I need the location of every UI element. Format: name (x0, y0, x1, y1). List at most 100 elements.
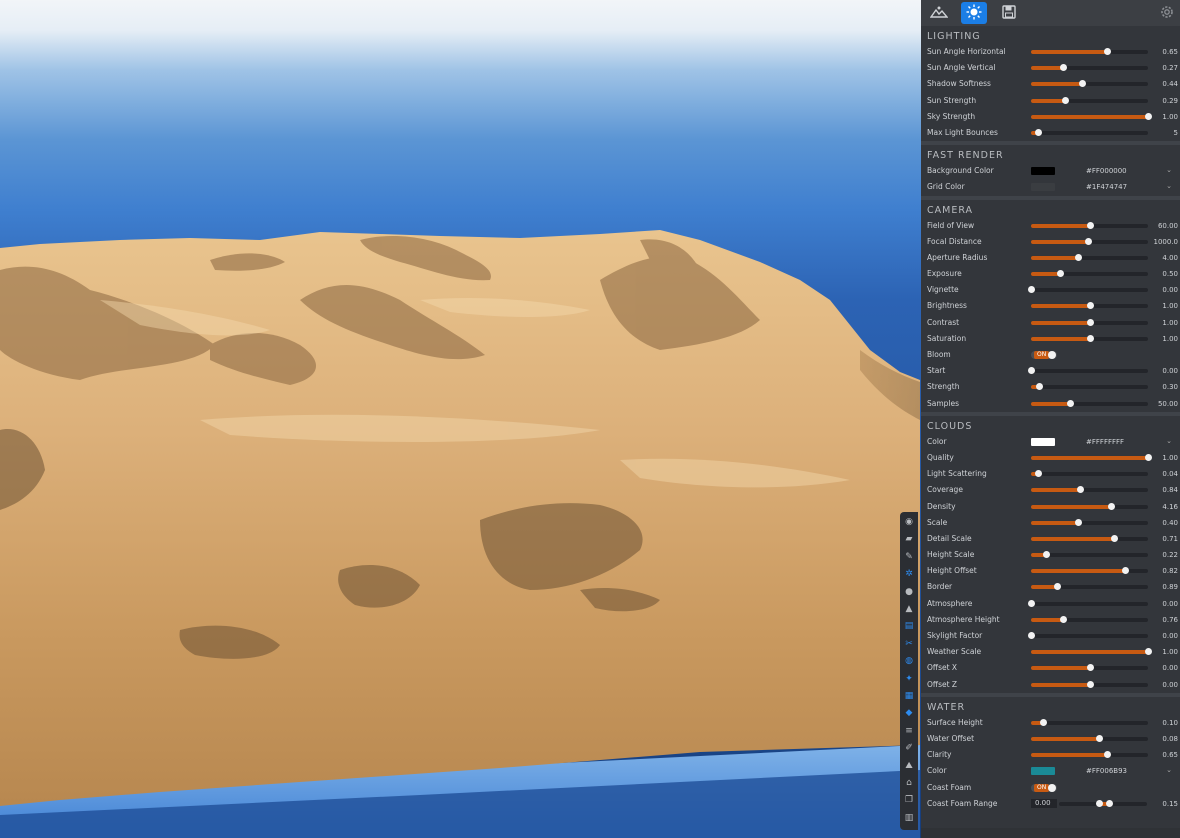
slider-knob[interactable] (1104, 751, 1112, 759)
slider-knob[interactable] (1077, 486, 1085, 494)
slider-knob[interactable] (1111, 534, 1119, 542)
exposure-value[interactable]: 0.50 (1162, 270, 1178, 278)
chevron-down-icon[interactable]: ⌄ (1166, 182, 1172, 190)
samples-slider[interactable] (1031, 399, 1148, 407)
slider-knob[interactable] (1035, 128, 1043, 136)
slider-knob[interactable] (1043, 551, 1051, 559)
strength-value[interactable]: 0.30 (1162, 383, 1178, 391)
tag-icon[interactable]: ◆ (903, 707, 915, 719)
max-light-bounces-slider[interactable] (1031, 128, 1148, 136)
skylight-factor-value[interactable]: 0.00 (1162, 632, 1178, 640)
vignette-value[interactable]: 0.00 (1162, 286, 1178, 294)
field-of-view-slider[interactable] (1031, 221, 1148, 229)
terrain-tab-button[interactable] (926, 2, 952, 24)
exposure-slider[interactable] (1031, 270, 1148, 278)
coast-foam-range-min[interactable]: 0.00 (1031, 798, 1057, 808)
slider-knob[interactable] (1145, 648, 1152, 656)
detail-scale-value[interactable]: 0.71 (1162, 535, 1178, 543)
contrast-slider[interactable] (1031, 318, 1148, 326)
grid-color-value[interactable]: #1F474747 (1086, 183, 1127, 191)
sky-strength-value[interactable]: 1.00 (1162, 113, 1178, 121)
slider-knob[interactable] (1074, 518, 1082, 526)
slider-knob[interactable] (1039, 718, 1047, 726)
slider-knob[interactable] (1036, 383, 1044, 391)
aperture-radius-slider[interactable] (1031, 253, 1148, 261)
slider-knob[interactable] (1145, 453, 1152, 461)
save-tab-button[interactable] (996, 2, 1022, 24)
offset-z-slider[interactable] (1031, 680, 1148, 688)
bloom-toggle[interactable]: ON (1031, 351, 1057, 359)
slider-knob[interactable] (1059, 64, 1067, 72)
detail-scale-slider[interactable] (1031, 534, 1148, 542)
offset-x-slider[interactable] (1031, 664, 1148, 672)
chevron-down-icon[interactable]: ⌄ (1166, 437, 1172, 445)
focal-distance-slider[interactable] (1031, 237, 1148, 245)
vignette-slider[interactable] (1028, 286, 1148, 294)
sun-angle-vertical-value[interactable]: 0.27 (1162, 64, 1178, 72)
water-color-swatch[interactable] (1031, 767, 1055, 776)
lines-icon[interactable]: ≡ (903, 725, 915, 737)
scale-slider[interactable] (1031, 518, 1148, 526)
coast-foam-toggle[interactable]: ON (1031, 783, 1057, 792)
slider-knob[interactable] (1079, 80, 1087, 88)
sky-strength-slider[interactable] (1031, 112, 1152, 120)
slider-knob[interactable] (1035, 470, 1043, 478)
field-of-view-value[interactable]: 60.00 (1158, 222, 1178, 230)
coverage-slider[interactable] (1031, 486, 1148, 494)
cloud-color-value[interactable]: #FFFFFFFF (1086, 438, 1124, 446)
brush-icon[interactable]: ✎ (903, 551, 915, 563)
slider-knob[interactable] (1057, 270, 1065, 278)
slider-knob[interactable] (1028, 599, 1035, 607)
pen-icon[interactable]: ✐ (903, 742, 915, 754)
slider-knob[interactable] (1145, 112, 1152, 120)
slider-knob[interactable] (1095, 734, 1103, 742)
surface-height-value[interactable]: 0.10 (1162, 719, 1178, 727)
sun-angle-horizontal-slider[interactable] (1031, 48, 1148, 55)
atmosphere-slider[interactable] (1028, 599, 1148, 607)
offset-x-value[interactable]: 0.00 (1162, 664, 1178, 672)
slider-knob[interactable] (1107, 502, 1115, 510)
wrench-icon[interactable]: ✂ (903, 638, 915, 650)
max-light-bounces-value[interactable]: 5 (1174, 129, 1178, 137)
house-icon[interactable]: ⌂ (903, 777, 915, 789)
chart-icon[interactable]: ▥ (903, 812, 915, 824)
start-slider[interactable] (1028, 367, 1148, 375)
scale-value[interactable]: 0.40 (1162, 519, 1178, 527)
slider-knob[interactable] (1066, 399, 1074, 407)
drop-icon[interactable]: ● (903, 586, 915, 598)
water-offset-slider[interactable] (1031, 734, 1148, 742)
atmosphere-value[interactable]: 0.00 (1162, 600, 1178, 608)
atmosphere-height-slider[interactable] (1031, 615, 1148, 623)
slider-knob[interactable] (1074, 253, 1082, 261)
range-max-knob[interactable] (1106, 799, 1113, 807)
density-slider[interactable] (1031, 502, 1148, 510)
quality-value[interactable]: 1.00 (1162, 454, 1178, 462)
globe-icon[interactable]: ◍ (903, 655, 915, 667)
density-value[interactable]: 4.16 (1162, 503, 1178, 511)
saturation-value[interactable]: 1.00 (1162, 335, 1178, 343)
terrain-icon[interactable]: ⛰ (903, 760, 915, 772)
slider-knob[interactable] (1086, 221, 1094, 229)
atmosphere-height-value[interactable]: 0.76 (1162, 616, 1178, 624)
offset-z-value[interactable]: 0.00 (1162, 681, 1178, 689)
brightness-slider[interactable] (1031, 302, 1148, 310)
saturation-slider[interactable] (1031, 334, 1148, 342)
light-scattering-slider[interactable] (1031, 470, 1148, 478)
slider-knob[interactable] (1121, 567, 1129, 575)
slider-knob[interactable] (1028, 632, 1035, 639)
coast-foam-range-track[interactable] (1059, 799, 1147, 807)
slider-knob[interactable] (1085, 237, 1093, 245)
water-offset-value[interactable]: 0.08 (1162, 735, 1178, 743)
coverage-value[interactable]: 0.84 (1162, 486, 1178, 494)
weather-scale-value[interactable]: 1.00 (1162, 648, 1178, 656)
settings-button[interactable] (1154, 2, 1180, 24)
samples-value[interactable]: 50.00 (1158, 400, 1178, 408)
sun-angle-horizontal-value[interactable]: 0.65 (1162, 48, 1178, 56)
light-scattering-value[interactable]: 0.04 (1162, 470, 1178, 478)
strength-slider[interactable] (1031, 383, 1148, 391)
sparkle-icon[interactable]: ✦ (903, 673, 915, 685)
water-color-value[interactable]: #FF006B93 (1086, 767, 1127, 775)
cloud-color-swatch[interactable] (1031, 437, 1055, 446)
clarity-slider[interactable] (1031, 751, 1148, 759)
skylight-factor-slider[interactable] (1028, 632, 1148, 639)
